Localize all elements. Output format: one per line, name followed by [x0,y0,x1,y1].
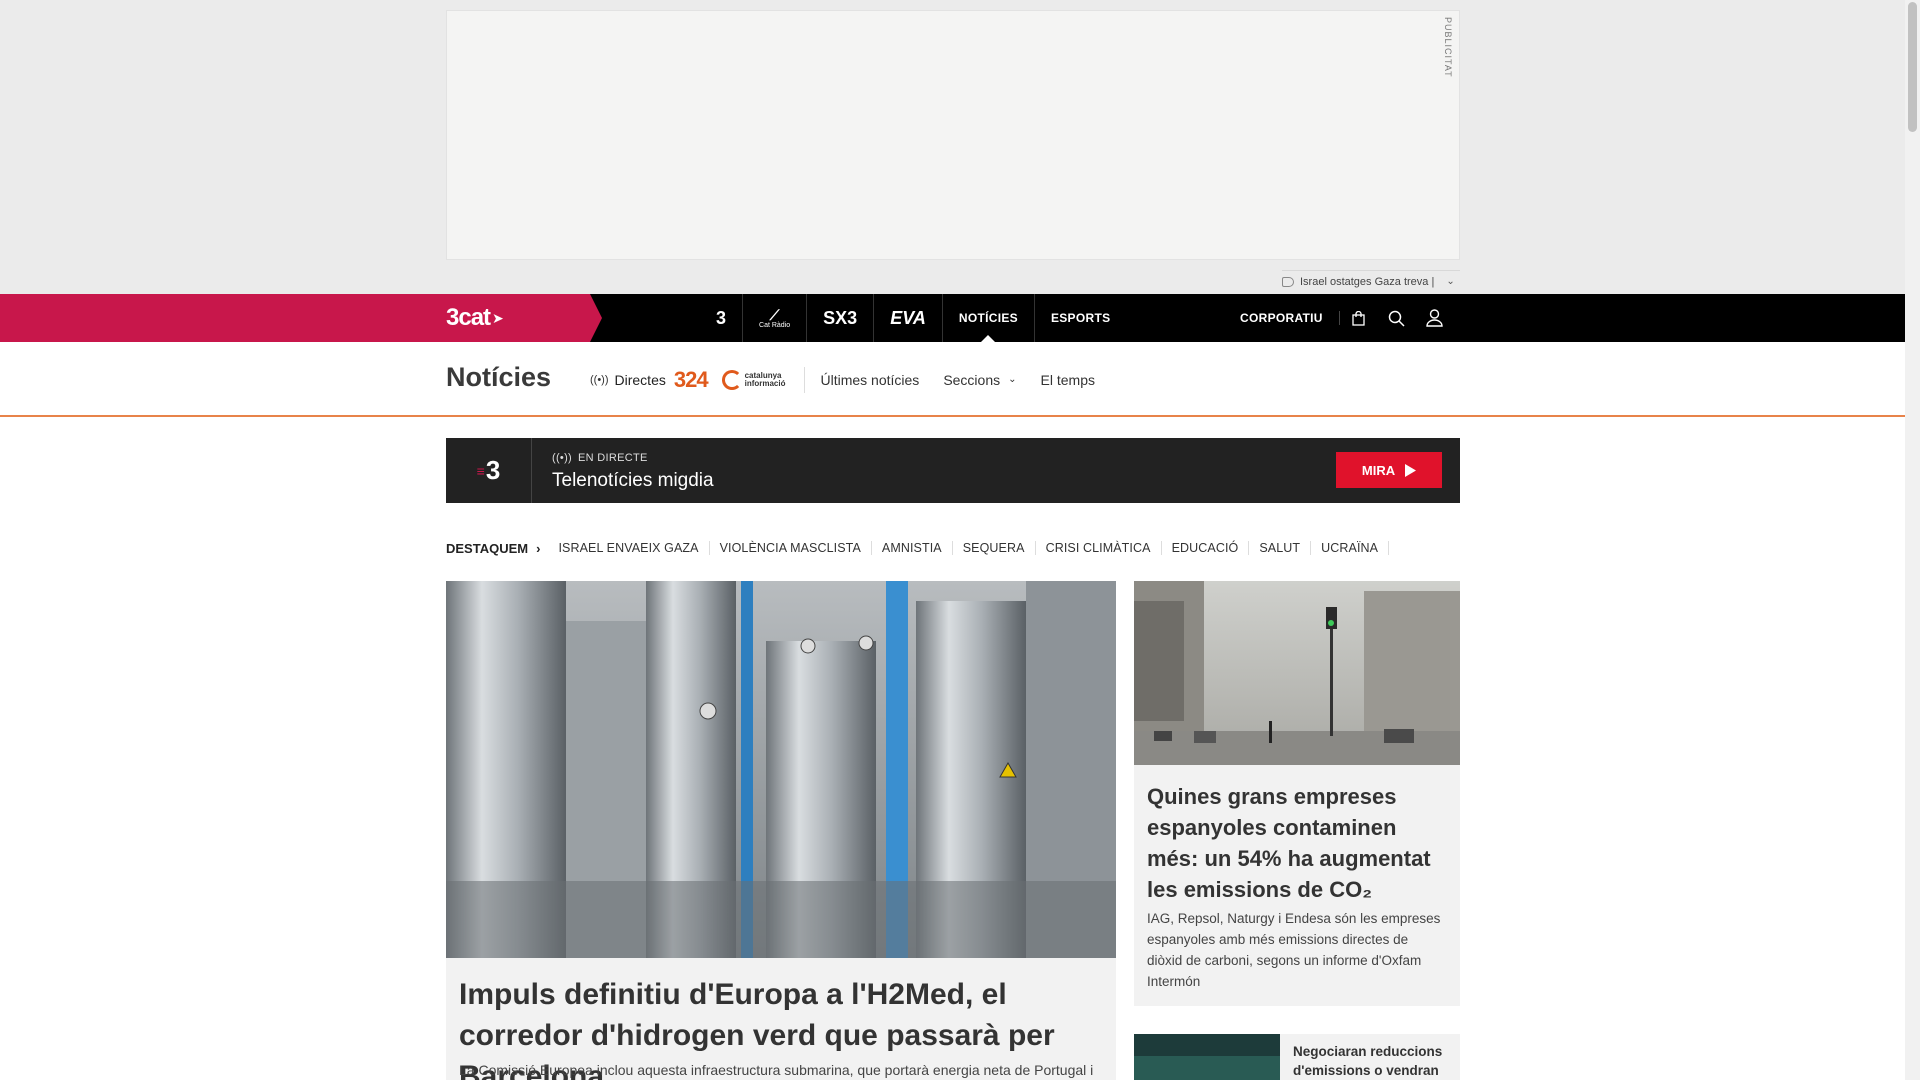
side-story-card[interactable]: Quines grans empreses espanyoles contami… [1134,765,1460,1006]
page: PUBLICITAT Israel ostatges Gaza treva | … [0,0,1920,1080]
directes-label: Directes [614,371,666,388]
channel-sx3[interactable]: SX3 [807,294,875,342]
highlight-item[interactable]: CRISI CLIMÀTICA [1036,541,1162,555]
ad-slot[interactable]: PUBLICITAT [446,10,1460,260]
live-tag: ((•)) EN DIRECTE [552,452,648,464]
latest-news-link[interactable]: Últimes notícies [821,372,920,388]
brand-name: 3cat [446,304,491,331]
channel-esports-label: ESPORTS [1050,311,1111,325]
channel-esports[interactable]: ESPORTS [1035,294,1126,342]
sections-dropdown[interactable]: Seccions ⌄ [943,372,1016,388]
logo-324[interactable]: 324 [673,366,709,393]
channel-list: 3 ⟋ Cat Ràdio SX3 EVA NOTÍCIES ESPORTS [700,294,1126,342]
side-story-lead: IAG, Repsol, Naturgy i Endesa són les em… [1147,911,1441,989]
channel-eva-logo: EVA [890,307,926,328]
ad-band: PUBLICITAT Israel ostatges Gaza treva | … [0,0,1905,294]
small-story-image[interactable] [1134,1034,1280,1080]
highlight-item[interactable]: ISRAEL ENVAEIX GAZA [548,541,710,555]
catradio-wing-icon: ⟋ [769,306,780,323]
live-program-title: Telenotícies migdia [552,470,714,491]
directes-link[interactable]: ((•)) Directes [590,372,666,388]
weather-link[interactable]: El temps [1041,372,1095,388]
ci-circle-icon [721,369,742,390]
main-story-lead: La Comissió Europea inclou aquesta infra… [459,1062,1094,1078]
ad-label: PUBLICITAT [1443,17,1453,78]
highlight-item[interactable]: AMNISTIA [872,541,953,555]
play-icon [1405,463,1417,477]
highlight-item[interactable]: EDUCACIÓ [1162,541,1250,555]
highlights-title[interactable]: DESTAQUEM › [446,541,540,556]
live-channel-label: 3 [485,455,501,485]
side-story-headline[interactable]: Quines grans empreses espanyoles contami… [1147,781,1447,905]
divider [803,366,805,393]
small-story-card[interactable]: Negociaran reduccions d'emissions o vend… [1134,1034,1460,1080]
section-title[interactable]: Notícies [446,362,551,393]
main-story-card[interactable]: Impuls definitiu d'Europa a l'H2Med, el … [446,958,1116,1080]
brand-arrow-icon: ➤ [492,309,504,326]
scrollbar-thumb[interactable] [1908,2,1917,132]
channel-catradio-label: Cat Ràdio [759,321,791,329]
channel-noticies-label: NOTÍCIES [958,311,1018,325]
channel-catradio[interactable]: ⟋ Cat Ràdio [743,294,808,342]
sub-nav: Notícies ((•)) Directes 324 catalunya in… [0,342,1905,417]
channel-3-logo: 3 [716,307,727,328]
brand-logo[interactable]: 3cat ➤ [446,304,504,332]
live-channel-logo: ≡ 3 [446,438,532,503]
nav-right: CORPORATIU [1240,294,1454,342]
main-nav: 3cat ➤ 3 ⟋ Cat Ràdio SX3 EVA NOTÍCIES ES… [0,294,1905,342]
highlight-item[interactable]: SALUT [1249,541,1312,555]
channel-noticies[interactable]: NOTÍCIES [943,294,1035,342]
sections-label: Seccions [943,371,1001,388]
highlight-item[interactable]: SEQUERA [953,541,1036,555]
user-icon[interactable] [1416,294,1454,342]
topic-select[interactable]: Israel ostatges Gaza treva | ⌄ [1282,270,1460,292]
channel-sx3-logo: SX3 [823,307,858,328]
main-story-image[interactable] [446,581,1116,958]
chevron-down-icon: ⌄ [1008,374,1017,385]
shopping-bag-icon[interactable] [1340,294,1378,342]
logo-catalunya-informacio[interactable]: catalunya informació [721,369,786,390]
topic-select-value: Israel ostatges Gaza treva | [1300,275,1435,288]
live-tag-label: EN DIRECTE [578,452,648,464]
channel-mark-icon: ≡ [476,462,485,479]
watch-button[interactable]: MIRA [1336,452,1442,488]
channel-eva[interactable]: EVA [874,294,943,342]
scrollbar[interactable] [1905,0,1920,1080]
broadcast-icon: ((•)) [552,452,573,464]
broadcast-icon: ((•)) [590,373,609,386]
highlights-title-label: DESTAQUEM [446,540,529,556]
chevron-down-icon: ⌄ [1446,276,1455,287]
brand-block [0,294,602,342]
logo-ci-line2: informació [744,378,786,388]
logo-324-text: 324 [673,366,709,392]
highlight-item[interactable]: VIOLÈNCIA MASCLISTA [710,541,872,555]
search-icon[interactable] [1378,294,1416,342]
tag-icon [1282,276,1294,287]
chevron-right-icon: › [536,540,541,556]
side-story-image[interactable] [1134,581,1460,765]
channel-3[interactable]: 3 [700,294,744,342]
highlight-item[interactable]: UCRAÏNA [1311,541,1390,555]
sub-nav-items: ((•)) Directes 324 catalunya informació … [590,342,1119,417]
watch-button-label: MIRA [1361,462,1396,478]
highlights-bar: DESTAQUEM › ISRAEL ENVAEIX GAZA VIOLÈNCI… [446,537,1390,559]
corporatiu-link[interactable]: CORPORATIU [1240,311,1340,325]
small-story-headline[interactable]: Negociaran reduccions d'emissions o vend… [1293,1042,1453,1080]
live-banner[interactable]: ≡ 3 ((•)) EN DIRECTE Telenotícies migdia… [446,438,1460,503]
